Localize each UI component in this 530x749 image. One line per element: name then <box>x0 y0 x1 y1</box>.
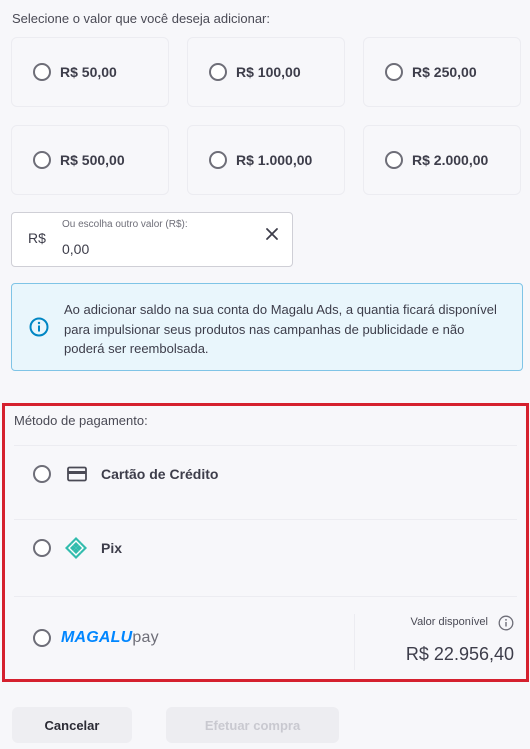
other-value-field[interactable]: R$ Ou escolha outro valor (R$): <box>11 212 293 267</box>
radio-button[interactable] <box>33 63 51 81</box>
payment-section-title: Método de pagamento: <box>14 413 148 428</box>
radio-button[interactable] <box>33 539 51 557</box>
divider <box>14 445 517 446</box>
close-icon[interactable] <box>264 226 280 242</box>
amount-label: R$ 100,00 <box>236 64 301 80</box>
radio-button[interactable] <box>385 151 403 169</box>
available-balance-label: Valor disponível <box>410 616 488 628</box>
radio-button[interactable] <box>209 151 227 169</box>
available-balance-value: R$ 22.956,40 <box>405 644 514 664</box>
radio-button[interactable] <box>385 63 403 81</box>
cancel-button[interactable]: Cancelar <box>12 707 132 743</box>
amount-label: R$ 250,00 <box>412 64 477 80</box>
payment-label: Cartão de Crédito <box>101 466 219 482</box>
radio-button[interactable] <box>33 151 51 169</box>
info-notice: Ao adicionar saldo na sua conta do Magal… <box>11 283 523 371</box>
amount-label: R$ 50,00 <box>60 64 117 80</box>
radio-button[interactable] <box>33 465 51 483</box>
amount-section-title: Selecione o valor que você deseja adicio… <box>12 11 271 26</box>
amount-label: R$ 1.000,00 <box>236 152 313 168</box>
amount-option-500[interactable]: R$ 500,00 <box>11 125 169 195</box>
amount-option-1000[interactable]: R$ 1.000,00 <box>187 125 345 195</box>
available-balance: Valor disponível R$ 22.956,40 <box>354 614 514 670</box>
radio-button[interactable] <box>209 63 227 81</box>
pix-icon <box>65 537 87 559</box>
payment-option-pix[interactable]: Pix <box>14 536 517 560</box>
amount-option-250[interactable]: R$ 250,00 <box>363 37 521 107</box>
payment-option-credit-card[interactable]: Cartão de Crédito <box>14 462 517 486</box>
amount-option-50[interactable]: R$ 50,00 <box>11 37 169 107</box>
info-icon <box>29 317 49 337</box>
amount-option-100[interactable]: R$ 100,00 <box>187 37 345 107</box>
currency-prefix: R$ <box>28 230 46 246</box>
amount-option-2000[interactable]: R$ 2.000,00 <box>363 125 521 195</box>
payment-method-section: Método de pagamento: Cartão de Crédito P… <box>2 403 529 682</box>
magalupay-logo: MAGALUpay <box>61 629 159 646</box>
payment-label: Pix <box>101 540 123 556</box>
credit-card-icon <box>67 466 87 482</box>
purchase-button[interactable]: Efetuar compra <box>166 707 339 743</box>
other-value-input[interactable] <box>62 239 252 259</box>
divider <box>14 596 517 597</box>
info-icon[interactable] <box>498 615 514 631</box>
amount-label: R$ 500,00 <box>60 152 125 168</box>
amount-label: R$ 2.000,00 <box>412 152 489 168</box>
divider <box>14 519 517 520</box>
info-text: Ao adicionar saldo na sua conta do Magal… <box>64 302 497 356</box>
other-value-label: Ou escolha outro valor (R$): <box>62 219 188 230</box>
radio-button[interactable] <box>33 629 51 647</box>
